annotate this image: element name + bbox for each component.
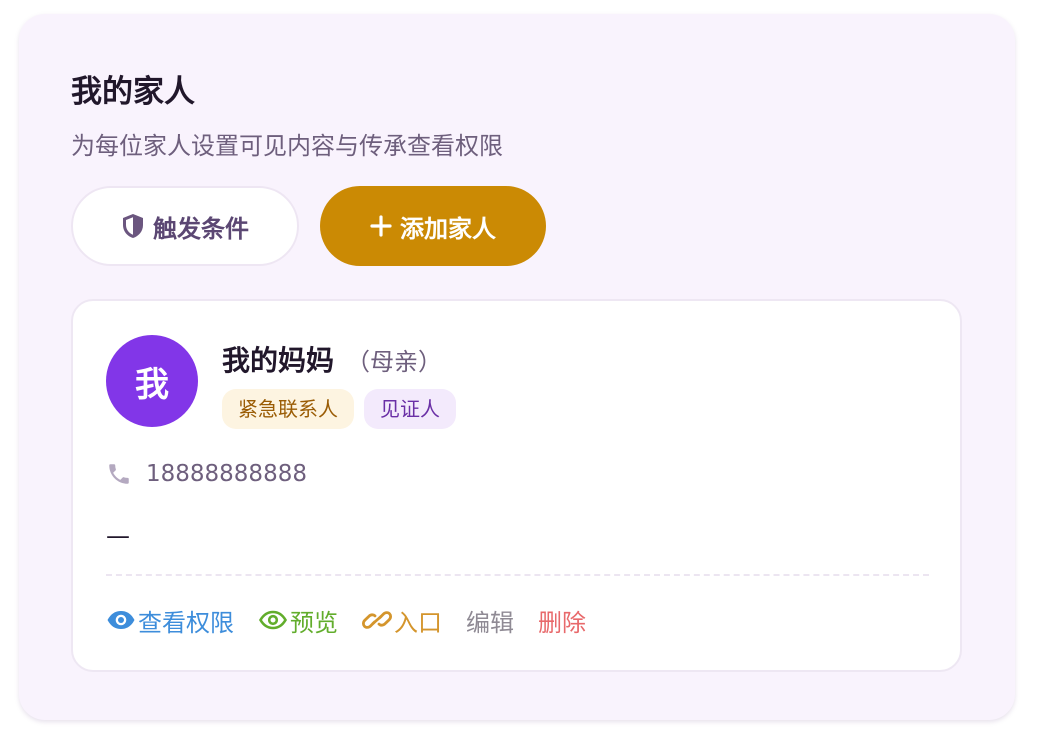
delete-label: 删除 [538,608,586,637]
family-member-card: 我 我的妈妈 （母亲） 紧急联系人 见证人 18888888888 — 查看权限… [71,299,962,672]
view-permission-button[interactable]: 查看权限 [106,603,234,638]
trigger-conditions-button[interactable]: 触发条件 [71,186,299,266]
member-note: — [106,522,130,550]
view-permission-label: 查看权限 [138,608,234,637]
page-subtitle: 为每位家人设置可见内容与传承查看权限 [71,132,503,160]
entry-link-button[interactable]: 入口 [362,603,442,638]
member-name: 我的妈妈 [222,344,335,377]
preview-label: 预览 [290,608,338,637]
tag-emergency-contact: 紧急联系人 [222,389,354,429]
family-panel: 我的家人 为每位家人设置可见内容与传承查看权限 触发条件 添加家人 我 我的妈妈… [19,14,1015,720]
delete-button[interactable]: 删除 [538,603,586,638]
entry-label: 入口 [394,608,442,637]
add-family-button[interactable]: 添加家人 [320,186,546,266]
member-relation: （母亲） [346,348,443,376]
edit-label: 编辑 [466,608,514,637]
phone-row: 18888888888 [106,457,307,491]
member-actions: 查看权限 预览 入口 编辑 删除 [106,603,610,637]
trigger-conditions-label: 触发条件 [153,214,249,243]
divider [106,574,929,576]
member-name-row: 我的妈妈 （母亲） [222,341,442,385]
phone-icon [109,464,129,484]
tag-witness: 见证人 [364,389,456,429]
avatar: 我 [106,335,198,427]
add-family-label: 添加家人 [400,214,496,243]
edit-button[interactable]: 编辑 [466,603,514,638]
page-title: 我的家人 [71,74,195,110]
preview-button[interactable]: 预览 [258,603,338,638]
shield-icon [123,214,143,238]
link-icon [362,611,392,629]
plus-icon [370,215,392,237]
phone-number: 18888888888 [146,461,307,487]
eye-icon [107,611,135,629]
member-tags: 紧急联系人 见证人 [222,389,456,429]
eye-outline-icon [258,610,288,630]
